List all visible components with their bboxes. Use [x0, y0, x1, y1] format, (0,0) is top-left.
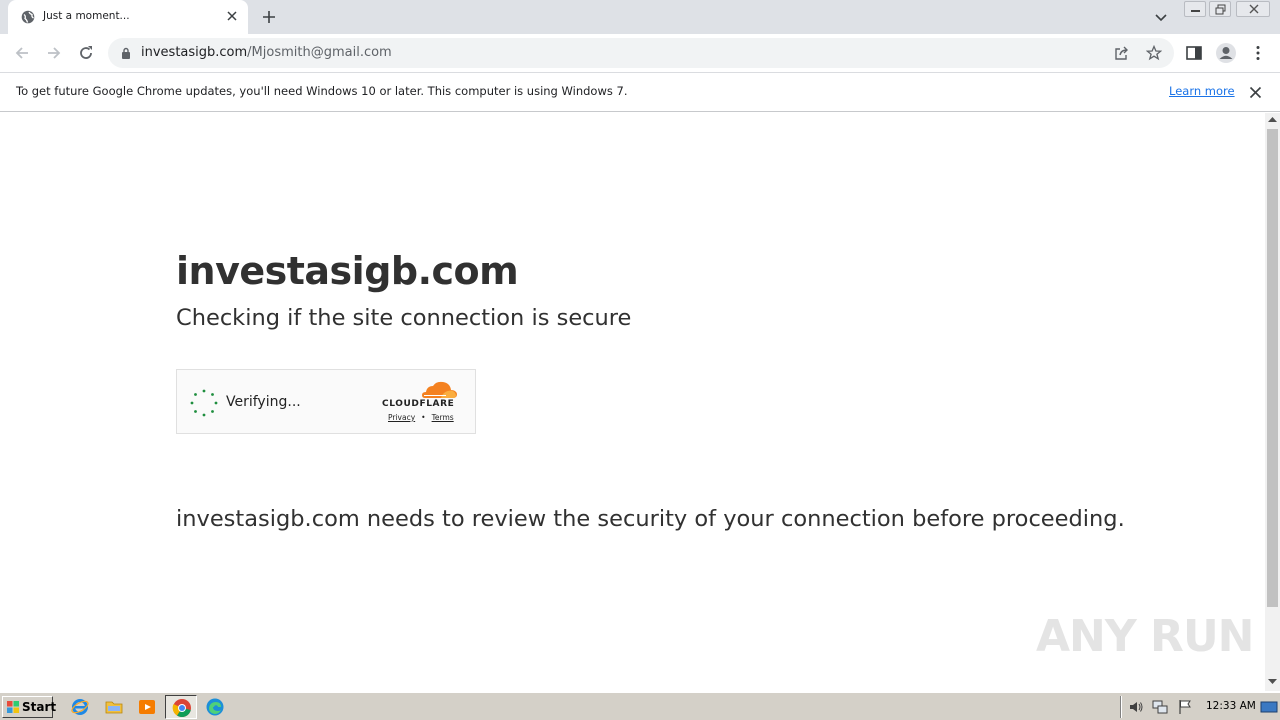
side-panel-icon[interactable] [1185, 44, 1203, 62]
privacy-link[interactable]: Privacy [388, 413, 415, 422]
back-icon[interactable] [13, 44, 31, 62]
profile-icon[interactable] [1215, 42, 1237, 64]
taskbar-clock[interactable]: 12:33 AM [1206, 700, 1256, 712]
edge-icon[interactable] [205, 697, 225, 717]
close-window-button[interactable] [1236, 1, 1270, 17]
scroll-down-icon[interactable] [1268, 679, 1277, 685]
close-window-icon [1249, 4, 1259, 14]
cloudflare-challenge-widget[interactable]: Verifying... CLOUDFLARE Privacy • Terms [176, 369, 476, 434]
lock-icon[interactable] [121, 47, 131, 59]
widget-links: Privacy • Terms [388, 413, 454, 422]
start-button[interactable]: Start [2, 696, 57, 718]
chrome-taskbar-button[interactable] [165, 695, 197, 719]
forward-icon[interactable] [45, 44, 63, 62]
update-infobar: To get future Google Chrome updates, you… [0, 72, 1280, 112]
minimize-button[interactable] [1184, 1, 1206, 17]
network-icon[interactable] [1152, 699, 1168, 715]
plus-icon[interactable] [261, 9, 277, 25]
page-subtitle: Checking if the site connection is secur… [176, 305, 632, 331]
action-center-flag-icon[interactable] [1177, 699, 1193, 715]
url-path: /Mjosmith@gmail.com [247, 45, 392, 60]
media-player-icon[interactable] [137, 697, 157, 717]
cloudflare-brand: CLOUDFLARE [382, 399, 455, 409]
spinner-icon [190, 389, 218, 417]
infobar-message: To get future Google Chrome updates, you… [16, 84, 628, 98]
browser-toolbar: investasigb.com/Mjosmith@gmail.com [0, 34, 1280, 72]
windows-logo-icon [7, 701, 19, 713]
volume-icon[interactable] [1128, 699, 1144, 715]
url-text[interactable]: investasigb.com/Mjosmith@gmail.com [141, 45, 392, 60]
verifying-status: Verifying... [226, 394, 301, 410]
share-icon[interactable] [1114, 45, 1130, 61]
close-icon[interactable] [1249, 86, 1262, 99]
link-separator: • [421, 413, 426, 422]
anyrun-watermark: ANY RUN [1036, 611, 1254, 662]
learn-more-link[interactable]: Learn more [1169, 84, 1235, 98]
tab-title: Just a moment... [43, 10, 130, 22]
close-icon[interactable] [225, 9, 239, 23]
reload-icon[interactable] [77, 44, 95, 62]
terms-link[interactable]: Terms [432, 413, 454, 422]
page-title: investasigb.com [176, 249, 519, 293]
tab-active[interactable]: Just a moment... [8, 0, 248, 34]
cloudflare-logo-icon [422, 381, 457, 398]
globe-icon [21, 10, 35, 24]
minimize-icon [1191, 10, 1200, 12]
page-scrollbar[interactable] [1265, 113, 1280, 691]
folder-icon[interactable] [104, 697, 124, 717]
restore-button[interactable] [1209, 1, 1231, 17]
address-bar[interactable]: investasigb.com/Mjosmith@gmail.com [108, 38, 1174, 68]
star-icon[interactable] [1146, 45, 1162, 61]
scrollbar-thumb[interactable] [1267, 129, 1278, 607]
page-content: investasigb.com Checking if the site con… [0, 113, 1265, 691]
show-desktop-icon[interactable] [1260, 699, 1278, 715]
menu-icon[interactable] [1249, 44, 1267, 62]
windows-taskbar: Start 12:33 AM [0, 692, 1280, 720]
url-domain: investasigb.com [141, 45, 248, 60]
start-label: Start [22, 700, 57, 714]
tab-strip: Just a moment... [0, 0, 1280, 34]
internet-explorer-icon[interactable] [70, 697, 90, 717]
chevron-down-icon[interactable] [1154, 10, 1168, 24]
restore-icon [1215, 4, 1226, 15]
scroll-up-icon[interactable] [1268, 117, 1277, 123]
tray-separator [1120, 696, 1122, 718]
review-message: investasigb.com needs to review the secu… [176, 506, 1125, 532]
chrome-icon [172, 699, 191, 718]
